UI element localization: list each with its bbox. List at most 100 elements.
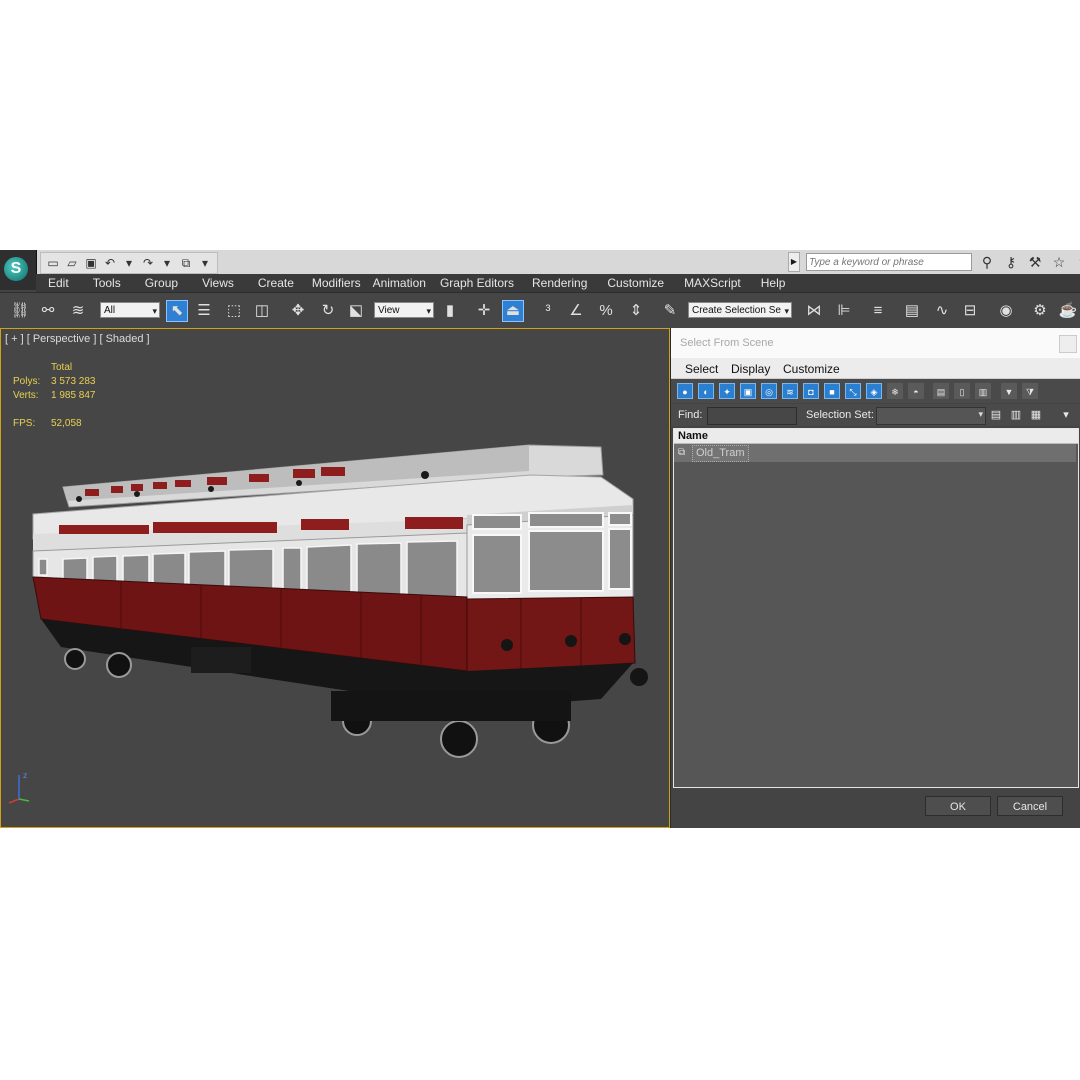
remove-selection-set-icon[interactable]: ▦ (1029, 408, 1043, 422)
ok-button[interactable]: OK (925, 796, 991, 816)
align-icon[interactable]: ⊫ (834, 301, 854, 321)
add-selection-set-icon[interactable]: ▥ (1009, 408, 1023, 422)
material-editor-icon[interactable]: ◉ (996, 301, 1016, 321)
move-icon[interactable]: ✥ (288, 301, 308, 321)
undo-dropdown-icon[interactable]: ▾ (121, 255, 137, 271)
quick-access-toolbar: ▭ ▱ ▣ ↶ ▾ ↷ ▾ ⧉ ▾ (40, 252, 218, 274)
helpers-filter-icon[interactable]: ◎ (761, 383, 777, 399)
select-object-icon[interactable]: ⬉ (166, 300, 188, 322)
lights-filter-icon[interactable]: ✦ (719, 383, 735, 399)
select-by-name-icon[interactable]: ☰ (194, 301, 214, 321)
menu-edit[interactable]: Edit (36, 276, 81, 290)
shapes-filter-icon[interactable]: ◐ (698, 383, 714, 399)
bind-spacewarp-icon[interactable]: ≋ (68, 301, 88, 321)
binoculars-icon[interactable]: ⚲ (978, 254, 996, 271)
select-manipulate-icon[interactable]: ✛ (474, 301, 494, 321)
open-icon[interactable]: ▱ (64, 255, 80, 271)
named-selection-dropdown[interactable]: Create Selection Se (688, 302, 792, 319)
cancel-button[interactable]: Cancel (997, 796, 1063, 816)
undo-icon[interactable]: ↶ (102, 255, 118, 271)
name-column-header[interactable]: Name (674, 429, 1078, 444)
list-item-name: Old_Tram (692, 445, 749, 462)
search-input[interactable] (806, 253, 972, 271)
menu-create[interactable]: Create (246, 276, 306, 290)
dialog-title-bar[interactable]: Select From Scene (671, 328, 1080, 358)
spacewarps-filter-icon[interactable]: ≋ (782, 383, 798, 399)
percent-snap-icon[interactable]: % (596, 301, 616, 321)
menu-animation[interactable]: Animation (367, 276, 432, 290)
menu-maxscript[interactable]: MAXScript (674, 276, 751, 290)
select-from-scene-dialog: Select From Scene Select Display Customi… (670, 328, 1080, 828)
list-item[interactable]: ⧉ Old_Tram (674, 444, 1076, 462)
select-all-icon[interactable]: ▤ (933, 383, 949, 399)
save-icon[interactable]: ▣ (83, 255, 99, 271)
dialog-title: Select From Scene (680, 337, 774, 349)
filter-icon[interactable]: ▼ (1001, 383, 1017, 399)
mirror-icon[interactable]: ⋈ (804, 301, 824, 321)
search-expand-icon[interactable]: ▶ (788, 252, 800, 272)
curve-editor-icon[interactable]: ∿ (932, 301, 952, 321)
hidden-filter-icon[interactable]: ◓ (908, 383, 924, 399)
help-icon[interactable]: ? (1074, 254, 1080, 270)
perspective-viewport[interactable]: [ + ] [ Perspective ] [ Shaded ] Total P… (0, 328, 670, 828)
layer-manager-icon[interactable]: ≡ (868, 301, 888, 321)
filter-options-icon[interactable]: ⧩ (1022, 383, 1038, 399)
menu-customize[interactable]: Customize (597, 276, 674, 290)
application-button[interactable]: S (0, 250, 37, 290)
redo-dropdown-icon[interactable]: ▾ (159, 255, 175, 271)
redo-icon[interactable]: ↷ (140, 255, 156, 271)
keyboard-shortcut-override-icon[interactable]: ⏏ (502, 300, 524, 322)
dialog-menu-select[interactable]: Select (685, 362, 718, 376)
panel-options-icon[interactable]: ▾ (1059, 408, 1073, 422)
dialog-menu-display[interactable]: Display (731, 362, 770, 376)
render-frame-icon[interactable]: ☕ (1058, 301, 1078, 321)
selection-filter-dropdown[interactable]: All (100, 302, 160, 319)
find-label: Find: (678, 409, 703, 421)
snaps-toggle-icon[interactable]: ³ (538, 301, 558, 321)
window-crossing-icon[interactable]: ◫ (252, 301, 272, 321)
menu-group[interactable]: Group (133, 276, 190, 290)
tools-icon[interactable]: ⚒ (1026, 254, 1044, 271)
dialog-menu-customize[interactable]: Customize (783, 362, 840, 376)
find-input[interactable] (707, 407, 797, 425)
spinner-snap-icon[interactable]: ⇕ (626, 301, 646, 321)
invert-selection-icon[interactable]: ▥ (975, 383, 991, 399)
menu-tools[interactable]: Tools (81, 276, 133, 290)
qat-dropdown-icon[interactable]: ▾ (197, 255, 213, 271)
bones-filter-icon[interactable]: ⤡ (845, 383, 861, 399)
link-icon[interactable]: ⛓ (10, 301, 30, 321)
selection-set-dropdown[interactable] (876, 407, 986, 425)
frozen-filter-icon[interactable]: ❄ (887, 383, 903, 399)
reference-coord-dropdown[interactable]: View (374, 302, 434, 319)
geometry-filter-icon[interactable]: ● (677, 383, 693, 399)
menu-modifiers[interactable]: Modifiers (306, 276, 367, 290)
project-icon[interactable]: ⧉ (178, 255, 194, 271)
name-column-label: Name (678, 430, 708, 442)
menu-views[interactable]: Views (190, 276, 246, 290)
xrefs-filter-icon[interactable]: ■ (824, 383, 840, 399)
scale-icon[interactable]: ⬕ (346, 301, 366, 321)
render-setup-icon[interactable]: ⚙ (1030, 301, 1050, 321)
close-button[interactable] (1059, 335, 1077, 353)
unlink-icon[interactable]: ⚯ (38, 301, 58, 321)
menu-help[interactable]: Help (751, 276, 796, 290)
containers-filter-icon[interactable]: ◈ (866, 383, 882, 399)
key-icon[interactable]: ⚷ (1002, 254, 1020, 271)
new-icon[interactable]: ▭ (45, 255, 61, 271)
rectangular-selection-icon[interactable]: ⬚ (224, 301, 244, 321)
menu-graph-editors[interactable]: Graph Editors (432, 276, 522, 290)
rotate-icon[interactable]: ↻ (318, 301, 338, 321)
save-selection-set-icon[interactable]: ▤ (989, 408, 1003, 422)
scene-explorer-icon[interactable]: ▤ (902, 301, 922, 321)
edit-named-selection-icon[interactable]: ✎ (660, 301, 680, 321)
menu-rendering[interactable]: Rendering (522, 276, 597, 290)
groups-filter-icon[interactable]: ◘ (803, 383, 819, 399)
select-none-icon[interactable]: ▯ (954, 383, 970, 399)
angle-snap-icon[interactable]: ∠ (566, 301, 586, 321)
pivot-center-icon[interactable]: ▮ (440, 301, 460, 321)
max-logo-icon: S (4, 257, 28, 281)
schematic-view-icon[interactable]: ⊟ (960, 301, 980, 321)
star-icon[interactable]: ☆ (1050, 254, 1068, 271)
scene-object-list[interactable]: Name ⧉ Old_Tram (673, 428, 1079, 788)
cameras-filter-icon[interactable]: ▣ (740, 383, 756, 399)
